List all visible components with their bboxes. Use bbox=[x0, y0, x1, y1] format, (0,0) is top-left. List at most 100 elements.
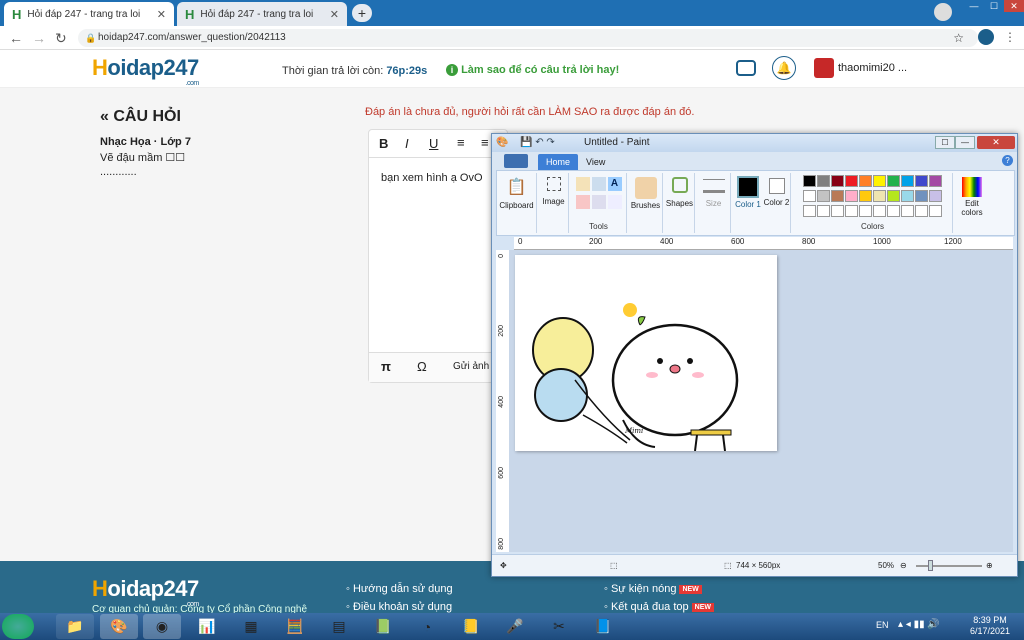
footer-link-terms[interactable]: ◦ Điều khoản sử dụng bbox=[346, 601, 452, 613]
color-swatch[interactable] bbox=[817, 175, 830, 187]
color-swatch[interactable] bbox=[887, 175, 900, 187]
color-swatch[interactable] bbox=[859, 205, 872, 217]
chrome-icon[interactable]: ◉ bbox=[143, 614, 181, 639]
tab-home[interactable]: Home bbox=[538, 154, 578, 170]
color-swatch[interactable] bbox=[887, 190, 900, 202]
size-group[interactable]: Size bbox=[697, 173, 731, 233]
color-swatch[interactable] bbox=[915, 205, 928, 217]
color-swatch[interactable] bbox=[803, 205, 816, 217]
username[interactable]: thaomimi20 ... bbox=[838, 62, 907, 74]
paint-close-icon[interactable]: ✕ bbox=[977, 136, 1015, 149]
bold-icon[interactable]: B bbox=[379, 136, 388, 151]
app-icon[interactable]: ◔ bbox=[408, 614, 446, 639]
app-icon[interactable]: ▤ bbox=[320, 614, 358, 639]
shapes-group[interactable]: Shapes bbox=[665, 173, 695, 233]
fill-icon[interactable] bbox=[591, 177, 606, 191]
account-icon[interactable] bbox=[978, 29, 994, 45]
color1-selector[interactable]: Color 1 bbox=[733, 173, 763, 233]
color-swatch[interactable] bbox=[915, 190, 928, 202]
excel-icon[interactable]: 📗 bbox=[364, 614, 402, 639]
color-swatch[interactable] bbox=[803, 175, 816, 187]
drawing-canvas[interactable]: Mimi bbox=[515, 255, 777, 452]
color-swatch[interactable] bbox=[803, 190, 816, 202]
footer-link-events[interactable]: ◦ Sự kiện nóng NEW bbox=[604, 583, 702, 595]
zoom-out-icon[interactable]: ⊖ bbox=[900, 555, 907, 577]
paint-minimize-icon[interactable]: — bbox=[955, 136, 975, 149]
magnifier-icon[interactable] bbox=[607, 195, 622, 209]
calculator-icon[interactable]: 🧮 bbox=[276, 614, 314, 639]
minimize-icon[interactable]: — bbox=[964, 0, 984, 12]
omega-icon[interactable]: Ω bbox=[417, 359, 427, 374]
microphone-icon[interactable]: 🎤 bbox=[496, 614, 534, 639]
color-swatch[interactable] bbox=[873, 190, 886, 202]
italic-icon[interactable]: I bbox=[405, 136, 409, 151]
text-icon[interactable]: A bbox=[607, 177, 622, 191]
menu-icon[interactable]: ⋮ bbox=[1004, 30, 1016, 44]
color-swatch[interactable] bbox=[817, 190, 830, 202]
color-swatch[interactable] bbox=[929, 175, 942, 187]
help-icon[interactable]: ? bbox=[1002, 155, 1013, 166]
zoom-slider[interactable] bbox=[916, 565, 982, 567]
align-center-icon[interactable]: ≡ bbox=[481, 135, 489, 150]
color-swatch[interactable] bbox=[845, 190, 858, 202]
paint-taskbar-icon[interactable]: 🎨 bbox=[100, 614, 138, 639]
color-swatch[interactable] bbox=[929, 205, 942, 217]
app-icon[interactable]: ▦ bbox=[232, 614, 270, 639]
answer-editor[interactable]: B I U ≡ ≡ bạn xem hình ạ OvO π Ω Gửi ảnh bbox=[368, 129, 508, 383]
avatar[interactable] bbox=[814, 58, 834, 78]
tray-icons[interactable]: ▴ ◂ ▮▮ 🔊 bbox=[898, 619, 940, 630]
color2-selector[interactable]: Color 2 bbox=[763, 173, 791, 233]
back-icon[interactable]: ← bbox=[9, 30, 23, 46]
notification-bell-icon[interactable]: 🔔 bbox=[772, 56, 796, 80]
color-swatch[interactable] bbox=[929, 190, 942, 202]
site-logo[interactable]: Hoidap247 .com bbox=[92, 55, 199, 87]
paint-menu-button[interactable] bbox=[504, 154, 528, 168]
paint-titlebar[interactable]: 🎨 💾 ↶ ↷ Untitled - Paint ☐ — ✕ bbox=[492, 134, 1017, 152]
color-swatch[interactable] bbox=[901, 190, 914, 202]
color-swatch[interactable] bbox=[859, 175, 872, 187]
bookmark-star-icon[interactable]: ☆ bbox=[953, 29, 964, 47]
zoom-slider-handle[interactable] bbox=[928, 560, 933, 571]
clipboard-group[interactable]: 📋 Clipboard bbox=[497, 173, 537, 233]
insert-image-button[interactable]: Gửi ảnh bbox=[453, 361, 489, 372]
color-swatch[interactable] bbox=[831, 175, 844, 187]
answer-content[interactable]: bạn xem hình ạ OvO bbox=[381, 172, 483, 184]
quick-access-icons[interactable]: 💾 ↶ ↷ bbox=[520, 134, 555, 152]
align-left-icon[interactable]: ≡ bbox=[457, 135, 465, 150]
maximize-icon[interactable]: ☐ bbox=[984, 0, 1004, 12]
color-swatch[interactable] bbox=[845, 175, 858, 187]
forward-icon[interactable]: → bbox=[32, 30, 46, 46]
word-icon[interactable]: 📘 bbox=[584, 614, 622, 639]
color-swatch[interactable] bbox=[873, 205, 886, 217]
profile-icon[interactable] bbox=[934, 3, 952, 21]
pi-icon[interactable]: π bbox=[381, 359, 391, 374]
color-swatch[interactable] bbox=[873, 175, 886, 187]
tab-2[interactable]: H Hỏi đáp 247 - trang tra loi ✕ bbox=[177, 2, 347, 26]
color-swatch[interactable] bbox=[887, 205, 900, 217]
powerpoint-icon[interactable]: 📊 bbox=[188, 614, 226, 639]
footer-link-top[interactable]: ◦ Kết quả đua top NEW bbox=[604, 601, 714, 613]
color-swatch[interactable] bbox=[901, 205, 914, 217]
language-indicator[interactable]: EN bbox=[876, 620, 889, 630]
edit-colors-button[interactable]: Edit colors bbox=[955, 173, 989, 233]
color-swatch[interactable] bbox=[845, 205, 858, 217]
eraser-icon[interactable] bbox=[575, 195, 590, 209]
color-swatch[interactable] bbox=[901, 175, 914, 187]
start-button[interactable] bbox=[2, 614, 34, 639]
app-icon[interactable]: ✂ bbox=[540, 614, 578, 639]
footer-link-guide[interactable]: ◦ Hướng dẫn sử dụng bbox=[346, 583, 453, 595]
pencil-icon[interactable] bbox=[575, 177, 590, 191]
explorer-icon[interactable]: 📁 bbox=[56, 614, 94, 639]
paint-window[interactable]: 🎨 💾 ↶ ↷ Untitled - Paint ☐ — ✕ Home View… bbox=[491, 133, 1018, 577]
color-picker-icon[interactable] bbox=[591, 195, 606, 209]
good-answer-tip[interactable]: i Làm sao để có câu trả lời hay! bbox=[446, 64, 619, 76]
tab-1[interactable]: H Hỏi đáp 247 - trang tra loi ✕ bbox=[4, 2, 174, 26]
system-clock[interactable]: 8:39 PM 6/17/2021 bbox=[970, 615, 1010, 637]
image-group[interactable]: Image bbox=[539, 173, 569, 233]
back-chevron-icon[interactable]: « bbox=[100, 108, 109, 125]
footer-logo[interactable]: Hoidap247 .com bbox=[92, 576, 199, 608]
close-icon[interactable]: ✕ bbox=[1004, 0, 1024, 12]
chat-icon[interactable] bbox=[736, 60, 756, 76]
underline-icon[interactable]: U bbox=[429, 136, 438, 151]
url-field[interactable]: 🔒 hoidap247.com/answer_question/2042113 … bbox=[78, 29, 978, 47]
